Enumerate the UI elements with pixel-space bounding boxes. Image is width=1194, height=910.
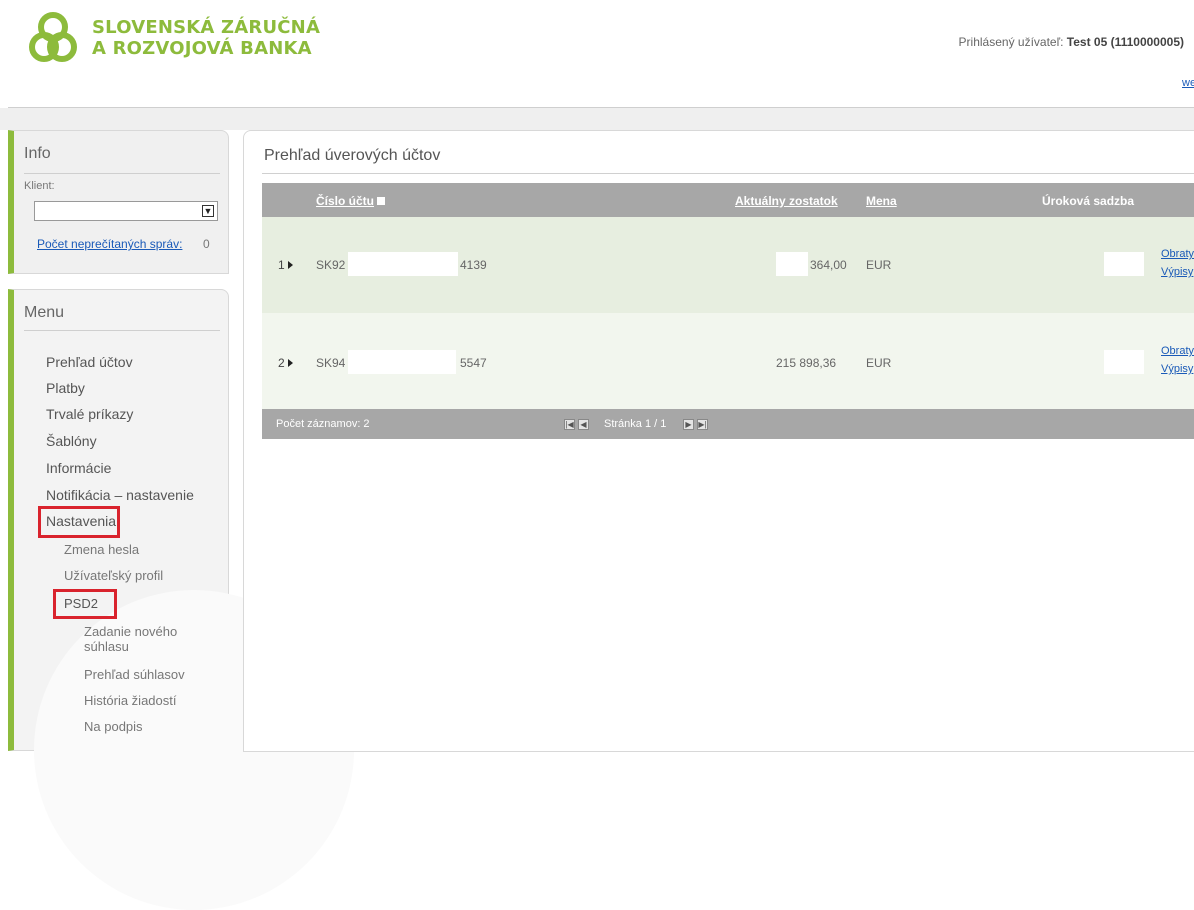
column-header-balance[interactable]: Aktuálny zostatok bbox=[735, 194, 838, 208]
account-suffix: 5547 bbox=[460, 356, 487, 370]
caret-right-icon bbox=[287, 261, 293, 269]
menu-item-informacie[interactable]: Informácie bbox=[46, 460, 111, 476]
menu-item-uzivatelsky-profil[interactable]: Užívateľský profil bbox=[64, 568, 163, 583]
column-header-currency[interactable]: Mena bbox=[866, 194, 897, 208]
redaction-mask bbox=[1104, 350, 1144, 374]
menu-item-historia-ziadosti[interactable]: História žiadostí bbox=[84, 693, 176, 708]
logo-line-1: SLOVENSKÁ ZÁRUČNÁ bbox=[92, 17, 321, 38]
title-divider bbox=[262, 173, 1194, 174]
column-header-account-label: Číslo účtu bbox=[316, 194, 375, 208]
menu-title: Menu bbox=[24, 304, 65, 321]
bank-logo-icon bbox=[29, 12, 77, 62]
account-prefix: SK94 bbox=[316, 356, 346, 370]
obraty-link[interactable]: Obraty bbox=[1161, 345, 1194, 357]
column-header-rate: Úroková sadzba bbox=[1042, 194, 1135, 208]
vypisy-link[interactable]: Výpisy bbox=[1161, 266, 1193, 278]
record-count: Počet záznamov: 2 bbox=[276, 418, 370, 430]
header-band bbox=[0, 108, 1194, 130]
header-link[interactable]: we bbox=[1182, 77, 1194, 89]
menu-separator bbox=[24, 330, 220, 331]
menu-item-prehlad-uctov[interactable]: Prehľad účtov bbox=[46, 354, 133, 370]
row-expander[interactable]: 1 bbox=[278, 258, 293, 272]
column-header-account[interactable]: Číslo účtu bbox=[316, 194, 386, 208]
logged-user-label: Prihlásený užívateľ: bbox=[958, 35, 1064, 49]
logo-line-2: A ROZVOJOVÁ BANKA bbox=[92, 38, 312, 59]
next-page-icon[interactable]: ▶ bbox=[683, 419, 694, 430]
sort-icon[interactable] bbox=[377, 197, 386, 205]
logged-user: Prihlásený užívateľ: Test 05 (1110000005… bbox=[959, 35, 1184, 49]
header: SLOVENSKÁ ZÁRUČNÁ A ROZVOJOVÁ BANKA Prih… bbox=[0, 0, 1194, 108]
currency-value: EUR bbox=[866, 356, 892, 370]
vypisy-link[interactable]: Výpisy bbox=[1161, 363, 1193, 375]
redaction-mask bbox=[1104, 252, 1144, 276]
unread-messages-count: 0 bbox=[203, 237, 210, 251]
bank-logo-text: SLOVENSKÁ ZÁRUČNÁ A ROZVOJOVÁ BANKA bbox=[92, 17, 320, 59]
menu-item-trvale-prikazy[interactable]: Trvalé príkazy bbox=[46, 406, 133, 422]
menu-item-platby[interactable]: Platby bbox=[46, 380, 85, 396]
menu-item-zadanie-suhlasu[interactable]: Zadanie nového súhlasu bbox=[84, 624, 194, 654]
row-expander[interactable]: 2 bbox=[278, 356, 293, 370]
table-footer bbox=[262, 409, 1194, 439]
menu-item-zmena-hesla[interactable]: Zmena hesla bbox=[64, 542, 139, 557]
logged-user-name: Test 05 (1110000005) bbox=[1066, 35, 1184, 49]
unread-messages-link[interactable]: Počet neprečítaných správ: bbox=[37, 237, 182, 251]
menu-item-na-podpis[interactable]: Na podpis bbox=[84, 719, 143, 734]
klient-label: Klient: bbox=[24, 180, 55, 192]
menu-item-prehlad-suhlasov[interactable]: Prehľad súhlasov bbox=[84, 667, 185, 682]
info-title: Info bbox=[24, 145, 51, 162]
account-prefix: SK92 : bbox=[316, 258, 353, 272]
currency-value: EUR bbox=[866, 258, 892, 272]
first-page-icon[interactable]: |◀ bbox=[564, 419, 575, 430]
balance-value: 364,00 bbox=[810, 258, 847, 272]
page-indicator: Stránka 1 / 1 bbox=[604, 418, 667, 430]
redaction-mask bbox=[776, 252, 808, 276]
info-separator bbox=[24, 173, 220, 174]
highlight-box-psd2 bbox=[53, 589, 117, 619]
menu-item-notifikacia[interactable]: Notifikácia – nastavenie bbox=[46, 487, 194, 503]
obraty-link[interactable]: Obraty bbox=[1161, 248, 1194, 260]
menu-item-sablony[interactable]: Šablóny bbox=[46, 433, 97, 449]
row-index: 2 bbox=[278, 356, 285, 370]
highlight-box-nastavenia bbox=[38, 506, 120, 538]
prev-page-icon[interactable]: ◀ bbox=[578, 419, 589, 430]
account-suffix: 4139 bbox=[460, 258, 487, 272]
chevron-down-icon[interactable]: ▼ bbox=[202, 205, 214, 217]
last-page-icon[interactable]: ▶| bbox=[697, 419, 708, 430]
caret-right-icon bbox=[287, 359, 293, 367]
row-index: 1 bbox=[278, 258, 285, 272]
redaction-mask bbox=[348, 252, 458, 276]
redaction-mask bbox=[348, 350, 456, 374]
balance-value: 215 898,36 bbox=[776, 356, 837, 370]
klient-select[interactable]: ▼ bbox=[34, 201, 218, 221]
page-title: Prehľad úverových účtov bbox=[264, 147, 441, 164]
